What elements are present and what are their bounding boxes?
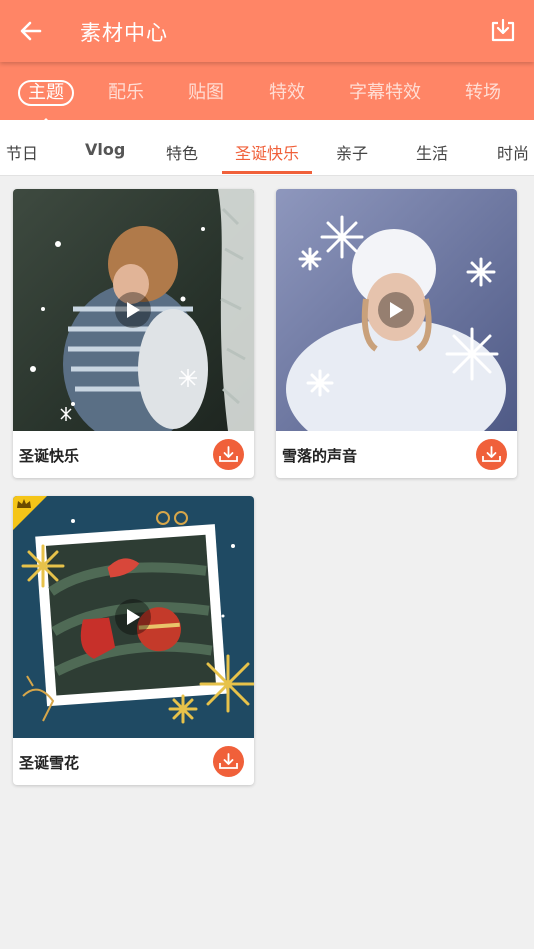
back-button[interactable] xyxy=(14,14,48,48)
template-card[interactable]: 雪落的声音 xyxy=(276,189,517,478)
page-title: 素材中心 xyxy=(80,21,168,45)
subtab-featured[interactable]: 特色 xyxy=(166,140,198,164)
download-icon xyxy=(482,446,501,462)
download-icon xyxy=(219,753,238,769)
crown-icon xyxy=(17,499,31,508)
play-icon xyxy=(127,609,140,625)
play-preview-button[interactable] xyxy=(115,292,151,328)
template-title: 圣诞快乐 xyxy=(19,447,80,465)
downloads-button[interactable] xyxy=(486,14,520,48)
arrow-left-icon xyxy=(20,21,42,41)
download-tray-icon xyxy=(491,18,515,42)
tab-music[interactable]: 配乐 xyxy=(108,80,144,106)
play-icon xyxy=(390,302,403,318)
template-thumbnail xyxy=(13,189,254,431)
subtab-merry-christmas[interactable]: 圣诞快乐 xyxy=(235,140,299,164)
subcategory-tab-bar: 节日 Vlog 特色 圣诞快乐 亲子 生活 时尚 xyxy=(0,120,534,176)
category-tab-bar: 主题 配乐 贴图 特效 字幕特效 转场 xyxy=(0,62,534,125)
subtab-life[interactable]: 生活 xyxy=(416,140,448,164)
subtab-vlog[interactable]: Vlog xyxy=(85,140,125,159)
template-thumbnail xyxy=(13,496,254,738)
tab-stickers[interactable]: 贴图 xyxy=(188,80,224,106)
play-preview-button[interactable] xyxy=(378,292,414,328)
play-preview-button[interactable] xyxy=(115,599,151,635)
template-title: 圣诞雪花 xyxy=(19,754,80,772)
template-title: 雪落的声音 xyxy=(282,447,358,465)
active-subtab-indicator xyxy=(222,171,312,174)
download-button[interactable] xyxy=(213,439,244,470)
top-app-bar: 素材中心 xyxy=(0,0,534,62)
download-button[interactable] xyxy=(213,746,244,777)
subtab-fashion[interactable]: 时尚 xyxy=(497,140,529,164)
template-thumbnail xyxy=(276,189,517,431)
subtab-holiday[interactable]: 节日 xyxy=(6,140,38,164)
tab-theme[interactable]: 主题 xyxy=(18,80,74,106)
tab-subtitle-effects[interactable]: 字幕特效 xyxy=(349,80,421,106)
subtab-parent-child[interactable]: 亲子 xyxy=(336,140,368,164)
download-icon xyxy=(219,446,238,462)
app-screen: 素材中心 主题 配乐 贴图 特效 字幕特效 转场 节日 Vlog 特色 圣诞快乐… xyxy=(0,0,534,949)
play-icon xyxy=(127,302,140,318)
template-card[interactable]: 圣诞雪花 xyxy=(13,496,254,785)
template-card[interactable]: 圣诞快乐 xyxy=(13,189,254,478)
tab-effects[interactable]: 特效 xyxy=(269,80,305,106)
download-button[interactable] xyxy=(476,439,507,470)
tab-transitions[interactable]: 转场 xyxy=(465,80,501,106)
